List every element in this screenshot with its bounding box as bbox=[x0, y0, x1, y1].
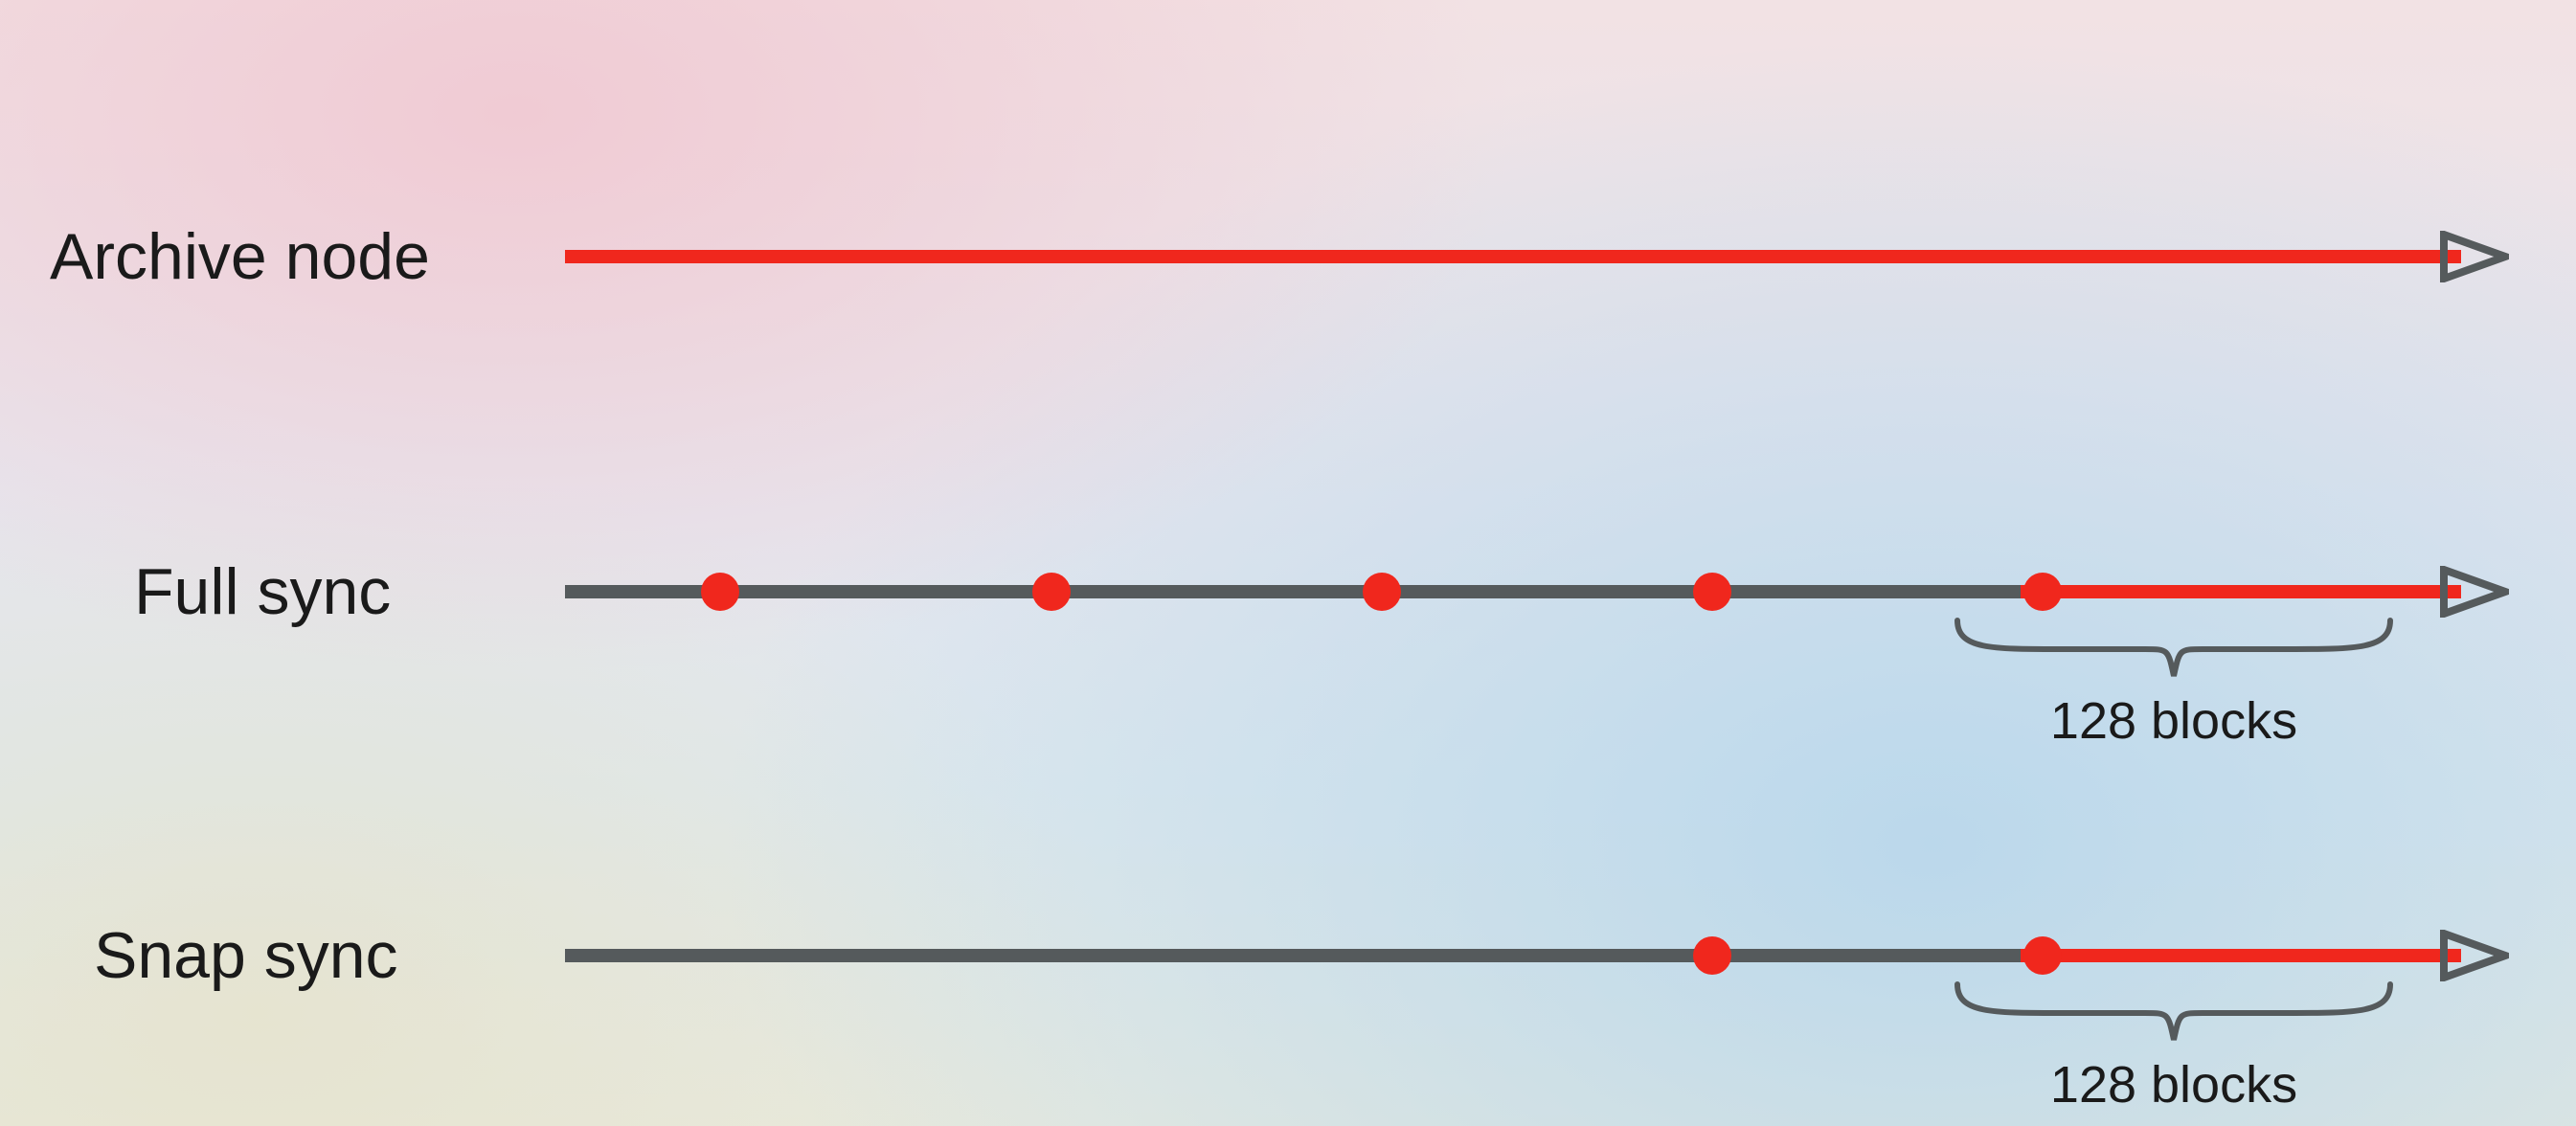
checkpoint-dot bbox=[1693, 573, 1731, 611]
checkpoint-dot bbox=[701, 573, 739, 611]
timeline-red-tail bbox=[2021, 949, 2461, 962]
checkpoint-dot bbox=[1032, 573, 1071, 611]
timeline-red-tail bbox=[2021, 585, 2461, 598]
checkpoint-dot bbox=[2023, 936, 2062, 975]
checkpoint-dot bbox=[1693, 936, 1731, 975]
brace-icon bbox=[1954, 617, 2394, 684]
arrowhead-icon bbox=[2440, 231, 2509, 282]
arrowhead-icon bbox=[2440, 930, 2509, 981]
checkpoint-dot bbox=[1363, 573, 1401, 611]
label-archive: Archive node bbox=[50, 224, 430, 289]
checkpoint-dot bbox=[2023, 573, 2062, 611]
label-snap-sync: Snap sync bbox=[94, 923, 398, 988]
arrowhead-icon bbox=[2440, 566, 2509, 618]
label-full-sync: Full sync bbox=[134, 559, 391, 624]
brace-snap-sync: 128 blocks bbox=[1954, 980, 2394, 1115]
brace-icon bbox=[1954, 980, 2394, 1047]
brace-full-sync: 128 blocks bbox=[1954, 617, 2394, 751]
timeline-red-full bbox=[565, 250, 2461, 263]
brace-label-full-sync: 128 blocks bbox=[1954, 691, 2394, 751]
brace-label-snap-sync: 128 blocks bbox=[1954, 1055, 2394, 1115]
